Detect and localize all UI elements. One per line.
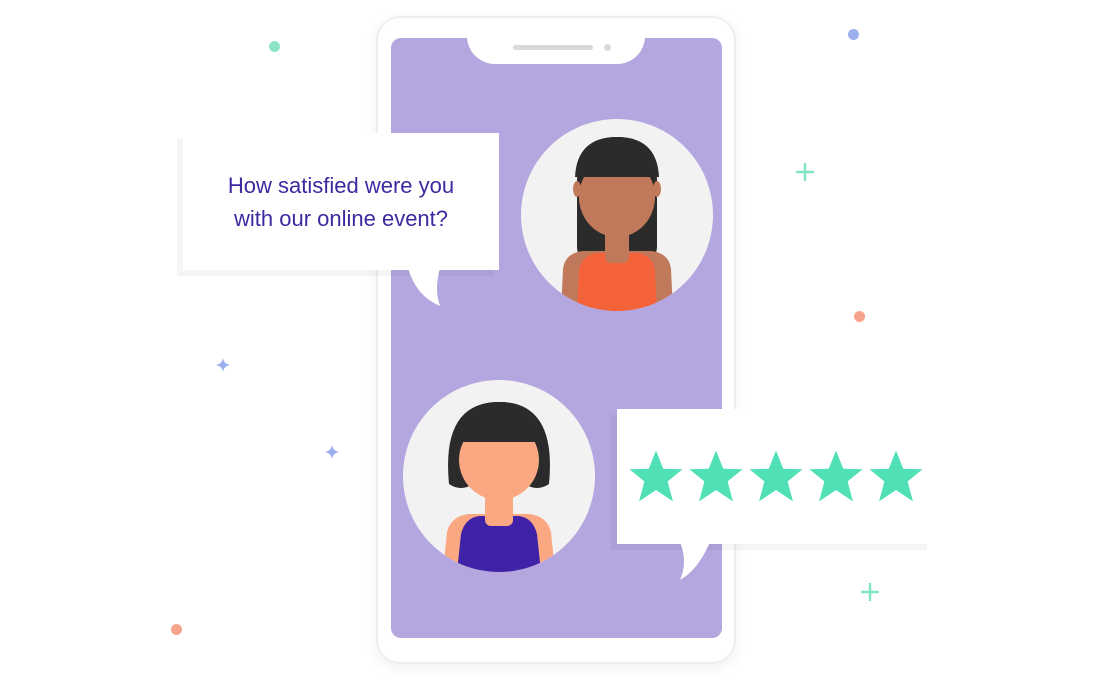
star-icon	[869, 450, 923, 502]
question-bubble-tail	[408, 268, 440, 306]
star-rating	[627, 447, 925, 505]
sparkle-icon	[325, 445, 339, 459]
decor-dot	[854, 311, 865, 322]
sparkle-icon	[216, 358, 230, 372]
plus-icon	[796, 163, 814, 181]
phone-camera	[604, 44, 611, 51]
rating-bubble-tail	[680, 542, 710, 580]
question-line-1: How satisfied were you	[227, 172, 455, 198]
decor-dot	[171, 624, 182, 635]
responder-avatar	[403, 380, 595, 572]
star-icon	[809, 450, 863, 502]
phone-notch	[467, 20, 645, 64]
decor-dot	[848, 29, 859, 40]
rating-bubble	[617, 409, 933, 544]
star-icon	[749, 450, 803, 502]
phone-speaker	[513, 45, 593, 50]
star-icon	[629, 450, 683, 502]
star-icon	[689, 450, 743, 502]
question-text: How satisfied were you with our online e…	[183, 133, 499, 270]
question-line-2: with our online event?	[233, 205, 449, 231]
question-bubble: How satisfied were you with our online e…	[183, 133, 499, 270]
plus-icon	[861, 583, 879, 601]
decor-dot	[269, 41, 280, 52]
asker-avatar	[521, 119, 713, 311]
